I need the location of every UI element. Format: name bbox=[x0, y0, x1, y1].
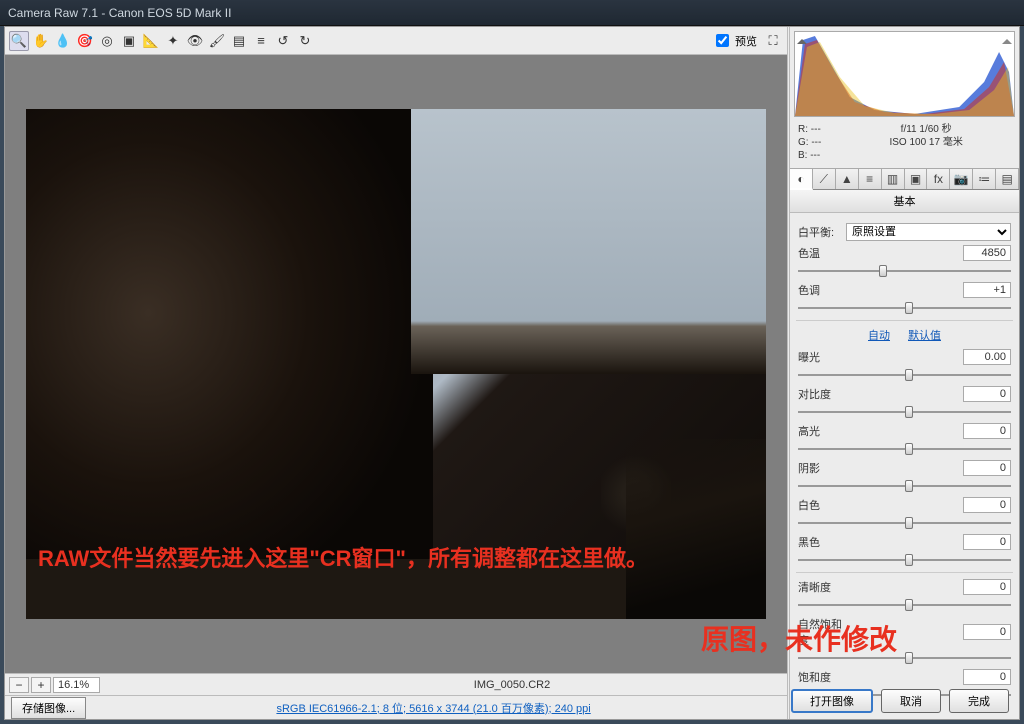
rotate-ccw-icon[interactable]: ↺ bbox=[273, 31, 293, 51]
saturation-value[interactable]: 0 bbox=[963, 669, 1011, 685]
exif-line1: f/11 1/60 秒 bbox=[841, 123, 1011, 136]
whites-value[interactable]: 0 bbox=[963, 497, 1011, 513]
tint-slider[interactable] bbox=[798, 302, 1011, 314]
tab-hsl[interactable]: ≡ bbox=[859, 169, 882, 189]
redeye-tool-icon[interactable]: 👁 bbox=[185, 31, 205, 51]
tab-basic[interactable]: ◐ bbox=[790, 169, 813, 190]
dialog-buttons: 打开图像 取消 完成 bbox=[791, 689, 1009, 713]
open-image-button[interactable]: 打开图像 bbox=[791, 689, 873, 713]
done-button[interactable]: 完成 bbox=[949, 689, 1009, 713]
right-pane: R: --- G: --- B: --- f/11 1/60 秒 ISO 100… bbox=[787, 27, 1019, 719]
preview-area: RAW文件当然要先进入这里"CR窗口"，所有调整都在这里做。 原图，未作修改 bbox=[5, 55, 787, 673]
tab-snapshots[interactable]: ▤ bbox=[996, 169, 1019, 189]
rgb-r: R: --- bbox=[798, 123, 821, 136]
tab-camera[interactable]: 📷 bbox=[950, 169, 973, 189]
contrast-value[interactable]: 0 bbox=[963, 386, 1011, 402]
default-link[interactable]: 默认值 bbox=[908, 327, 941, 343]
preview-label: 预览 bbox=[735, 33, 757, 49]
clarity-label: 清晰度 bbox=[798, 579, 846, 595]
vibrance-value[interactable]: 0 bbox=[963, 624, 1011, 640]
shadows-slider[interactable] bbox=[798, 480, 1011, 492]
fullscreen-icon[interactable]: ⛶ bbox=[763, 31, 783, 51]
wb-select[interactable]: 原照设置 bbox=[846, 223, 1011, 241]
hand-tool-icon[interactable]: ✋ bbox=[31, 31, 51, 51]
cancel-button[interactable]: 取消 bbox=[881, 689, 941, 713]
zoom-value[interactable]: 16.1% bbox=[53, 677, 100, 693]
preferences-icon[interactable]: ≡ bbox=[251, 31, 271, 51]
auto-link[interactable]: 自动 bbox=[868, 327, 890, 343]
wb-label: 白平衡: bbox=[798, 224, 846, 240]
blacks-value[interactable]: 0 bbox=[963, 534, 1011, 550]
exposure-label: 曝光 bbox=[798, 349, 846, 365]
panel-title: 基本 bbox=[790, 190, 1019, 213]
tab-lens[interactable]: ▣ bbox=[905, 169, 928, 189]
histogram[interactable] bbox=[794, 31, 1015, 117]
bottom-bar: 存储图像... sRGB IEC61966-2.1; 8 位; 5616 x 3… bbox=[5, 695, 787, 719]
exposure-slider[interactable] bbox=[798, 369, 1011, 381]
workflow-link[interactable]: sRGB IEC61966-2.1; 8 位; 5616 x 3744 (21.… bbox=[276, 700, 590, 716]
preview-footer: − + 16.1% IMG_0050.CR2 bbox=[5, 673, 787, 695]
window-title: Camera Raw 7.1 - Canon EOS 5D Mark II bbox=[8, 6, 231, 20]
filename-label: IMG_0050.CR2 bbox=[474, 679, 550, 691]
exif-line2: ISO 100 17 毫米 bbox=[841, 136, 1011, 149]
left-pane: 🔍 ✋ 💧 🎯 ◎ ▣ 📐 ✦ 👁 🖌 ▤ ≡ ↺ ↻ 预览 ⛶ RAW文件当然… bbox=[5, 27, 787, 719]
whites-label: 白色 bbox=[798, 497, 846, 513]
temp-slider[interactable] bbox=[798, 265, 1011, 277]
zoom-in-button[interactable]: + bbox=[31, 677, 51, 693]
spot-removal-icon[interactable]: ✦ bbox=[163, 31, 183, 51]
exposure-value[interactable]: 0.00 bbox=[963, 349, 1011, 365]
rgb-g: G: --- bbox=[798, 136, 821, 149]
clarity-value[interactable]: 0 bbox=[963, 579, 1011, 595]
window-titlebar: Camera Raw 7.1 - Canon EOS 5D Mark II bbox=[0, 0, 1024, 26]
tint-value[interactable]: +1 bbox=[963, 282, 1011, 298]
adjustment-brush-icon[interactable]: 🖌 bbox=[207, 31, 227, 51]
highlights-label: 高光 bbox=[798, 423, 846, 439]
panel-tabs: ◐ ⟋ ▲ ≡ ▥ ▣ fx 📷 ≔ ▤ bbox=[790, 168, 1019, 190]
annotation-text-1: RAW文件当然要先进入这里"CR窗口"，所有调整都在这里做。 bbox=[38, 541, 648, 573]
toolbar: 🔍 ✋ 💧 🎯 ◎ ▣ 📐 ✦ 👁 🖌 ▤ ≡ ↺ ↻ 预览 ⛶ bbox=[5, 27, 787, 55]
tab-presets[interactable]: ≔ bbox=[973, 169, 996, 189]
exif-readout: R: --- G: --- B: --- f/11 1/60 秒 ISO 100… bbox=[790, 121, 1019, 168]
zoom-out-button[interactable]: − bbox=[9, 677, 29, 693]
white-balance-tool-icon[interactable]: 💧 bbox=[53, 31, 73, 51]
preview-image[interactable]: RAW文件当然要先进入这里"CR窗口"，所有调整都在这里做。 bbox=[26, 109, 766, 619]
whites-slider[interactable] bbox=[798, 517, 1011, 529]
color-sampler-icon[interactable]: 🎯 bbox=[75, 31, 95, 51]
temp-label: 色温 bbox=[798, 245, 846, 261]
preview-checkbox[interactable] bbox=[716, 34, 729, 47]
contrast-slider[interactable] bbox=[798, 406, 1011, 418]
clarity-slider[interactable] bbox=[798, 599, 1011, 611]
straighten-tool-icon[interactable]: 📐 bbox=[141, 31, 161, 51]
main-container: 🔍 ✋ 💧 🎯 ◎ ▣ 📐 ✦ 👁 🖌 ▤ ≡ ↺ ↻ 预览 ⛶ RAW文件当然… bbox=[4, 26, 1020, 720]
highlights-value[interactable]: 0 bbox=[963, 423, 1011, 439]
saturation-label: 饱和度 bbox=[798, 669, 846, 685]
tab-fx[interactable]: fx bbox=[927, 169, 950, 189]
zoom-tool-icon[interactable]: 🔍 bbox=[9, 31, 29, 51]
contrast-label: 对比度 bbox=[798, 386, 846, 402]
save-image-button[interactable]: 存储图像... bbox=[11, 697, 86, 719]
highlights-slider[interactable] bbox=[798, 443, 1011, 455]
rgb-b: B: --- bbox=[798, 149, 821, 162]
graduated-filter-icon[interactable]: ▤ bbox=[229, 31, 249, 51]
tab-curve[interactable]: ⟋ bbox=[813, 169, 836, 189]
shadow-clip-icon[interactable] bbox=[797, 34, 807, 44]
tab-detail[interactable]: ▲ bbox=[836, 169, 859, 189]
annotation-text-2: 原图，未作修改 bbox=[701, 618, 897, 658]
crop-tool-icon[interactable]: ▣ bbox=[119, 31, 139, 51]
tint-label: 色调 bbox=[798, 282, 846, 298]
temp-value[interactable]: 4850 bbox=[963, 245, 1011, 261]
tab-split[interactable]: ▥ bbox=[882, 169, 905, 189]
blacks-label: 黑色 bbox=[798, 534, 846, 550]
highlight-clip-icon[interactable] bbox=[1002, 34, 1012, 44]
shadows-label: 阴影 bbox=[798, 460, 846, 476]
rotate-cw-icon[interactable]: ↻ bbox=[295, 31, 315, 51]
target-adjust-icon[interactable]: ◎ bbox=[97, 31, 117, 51]
shadows-value[interactable]: 0 bbox=[963, 460, 1011, 476]
blacks-slider[interactable] bbox=[798, 554, 1011, 566]
